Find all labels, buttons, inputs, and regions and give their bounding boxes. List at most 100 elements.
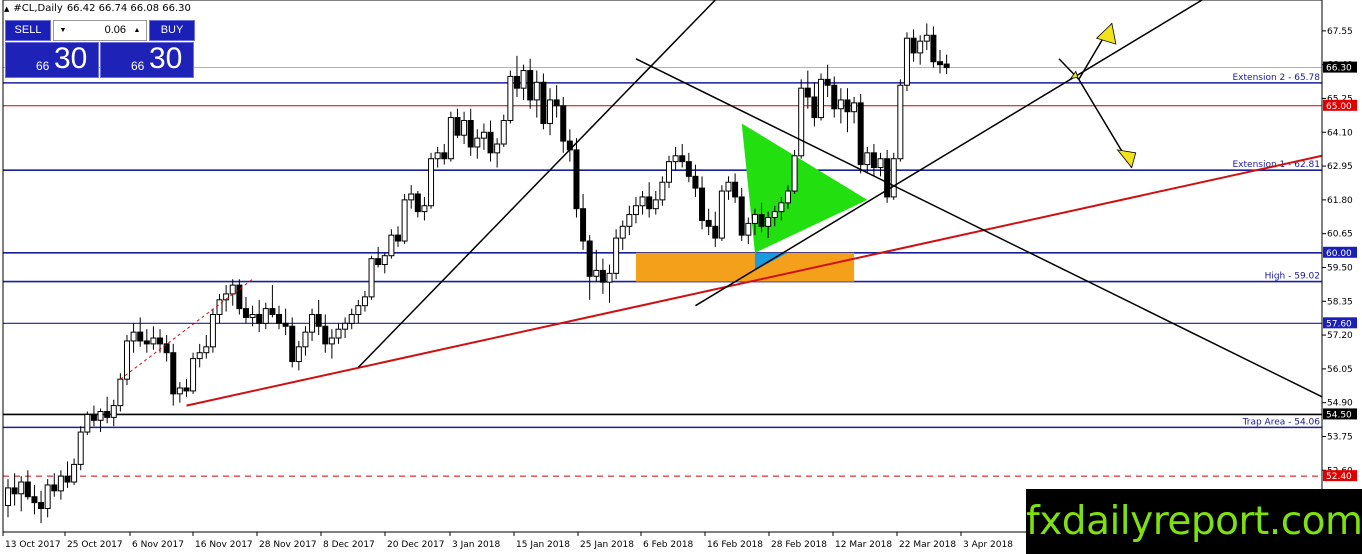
time-tick-label: 22 Mar 2018 xyxy=(899,540,956,550)
price-tag-label: 66.30 xyxy=(1326,64,1352,74)
candle-body xyxy=(51,484,58,492)
candle-body xyxy=(818,78,825,119)
symbol-label: #CL,Daily xyxy=(13,3,63,14)
time-tick-label: 13 Oct 2017 xyxy=(5,540,61,550)
candle-body xyxy=(355,305,362,315)
candle-body xyxy=(342,322,349,330)
collapse-triangle-icon[interactable]: ▲ xyxy=(4,5,9,13)
candle-body xyxy=(150,337,157,345)
candle-body xyxy=(890,158,897,198)
buy-price-small: 66 xyxy=(131,59,145,73)
candle-body xyxy=(44,484,51,509)
candle-body xyxy=(461,120,468,136)
candle-body xyxy=(930,34,937,63)
arrow-down-head-icon xyxy=(1116,149,1137,169)
candle-body xyxy=(666,161,672,183)
price-tag-label: 54.50 xyxy=(1326,410,1352,420)
price-tick-label: 62.95 xyxy=(1327,162,1353,172)
candle-body xyxy=(606,272,613,283)
candle-body xyxy=(203,346,210,354)
candle-body xyxy=(11,487,18,495)
time-tick-label: 6 Nov 2017 xyxy=(132,540,184,550)
time-tick-label: 12 Mar 2018 xyxy=(835,540,892,550)
buy-button[interactable]: BUY xyxy=(149,20,195,41)
price-chart[interactable]: Extension 2 - 65.78Extension 1 - 62.81Hi… xyxy=(0,0,1362,554)
candle-body xyxy=(738,196,745,236)
candle-body xyxy=(672,155,679,163)
chart-area[interactable]: Extension 2 - 65.78Extension 1 - 62.81Hi… xyxy=(0,0,1362,554)
candle-body xyxy=(216,299,223,315)
candle-body xyxy=(937,61,944,66)
time-tick-label: 25 Oct 2017 xyxy=(67,540,123,550)
candle-body xyxy=(923,34,930,42)
candle-body xyxy=(467,120,474,148)
candle-body xyxy=(302,331,309,348)
candle-body xyxy=(870,152,877,169)
candle-body xyxy=(276,313,283,324)
candle-body xyxy=(533,81,540,101)
candle-body xyxy=(732,181,739,198)
candle-body xyxy=(18,481,25,495)
candle-body xyxy=(421,205,428,213)
one-click-trading-panel: SELL ▼ 0.06 ▲ BUY 66 30 66 30 xyxy=(5,20,195,78)
candle-body xyxy=(943,63,950,69)
price-tick-label: 67.55 xyxy=(1327,27,1353,37)
sell-button[interactable]: SELL xyxy=(5,20,51,41)
candle-body xyxy=(474,137,481,148)
candle-body xyxy=(249,313,256,318)
price-tick-label: 64.10 xyxy=(1327,128,1353,138)
candle-body xyxy=(97,410,104,421)
candle-body xyxy=(593,269,600,277)
candle-body xyxy=(864,152,871,166)
price-tag-label: 52.40 xyxy=(1326,472,1352,482)
candle-body xyxy=(765,217,772,227)
candle-body xyxy=(692,175,699,189)
candle-body xyxy=(176,387,183,395)
candle-body xyxy=(540,81,547,124)
candle-body xyxy=(348,313,355,324)
candle-body xyxy=(375,258,382,266)
candle-body xyxy=(520,70,527,89)
candle-body xyxy=(804,87,811,98)
candle-body xyxy=(877,158,884,169)
candle-body xyxy=(917,40,924,54)
candle-body xyxy=(77,431,84,465)
level-label: Extension 2 - 65.78 xyxy=(1232,73,1320,83)
candle-body xyxy=(626,214,633,227)
candle-body xyxy=(857,102,864,166)
lot-increase-icon[interactable]: ▲ xyxy=(130,21,144,40)
lot-decrease-icon[interactable]: ▼ xyxy=(56,21,70,40)
candle-body xyxy=(646,196,653,210)
candle-body xyxy=(560,105,567,142)
ohlc-label: 66.42 66.74 66.08 66.30 xyxy=(66,3,191,14)
candle-body xyxy=(699,187,706,221)
price-tick-label: 59.50 xyxy=(1327,263,1353,273)
buy-price-big: 30 xyxy=(149,42,183,75)
lot-size-field[interactable]: ▼ 0.06 ▲ xyxy=(53,20,147,41)
candle-body xyxy=(487,131,494,154)
candle-body xyxy=(394,234,401,242)
price-tick-label: 54.90 xyxy=(1327,399,1353,409)
sell-price-box[interactable]: 66 30 xyxy=(5,42,99,78)
orange-zone xyxy=(635,252,855,282)
price-tag-label: 65.00 xyxy=(1326,102,1352,112)
candle-body xyxy=(712,225,719,239)
time-tick-label: 20 Dec 2017 xyxy=(387,540,445,550)
candle-body xyxy=(381,255,388,266)
time-tick-label: 3 Jan 2018 xyxy=(452,540,500,550)
candle-body xyxy=(586,240,593,277)
candle-body xyxy=(170,352,177,395)
time-tick-label: 8 Dec 2017 xyxy=(323,540,375,550)
time-tick-label: 15 Jan 2018 xyxy=(516,540,570,550)
time-tick-label: 3 Apr 2018 xyxy=(963,540,1013,550)
candle-body xyxy=(447,117,454,160)
candle-body xyxy=(751,214,758,224)
candle-body xyxy=(824,78,831,86)
candle-body xyxy=(414,193,421,213)
price-tick-label: 60.65 xyxy=(1327,230,1353,240)
candle-body xyxy=(903,37,910,86)
buy-price-box[interactable]: 66 30 xyxy=(100,42,194,78)
price-tick-label: 57.20 xyxy=(1327,331,1353,341)
candle-body xyxy=(718,190,725,239)
lot-size-value[interactable]: 0.06 xyxy=(105,21,126,40)
